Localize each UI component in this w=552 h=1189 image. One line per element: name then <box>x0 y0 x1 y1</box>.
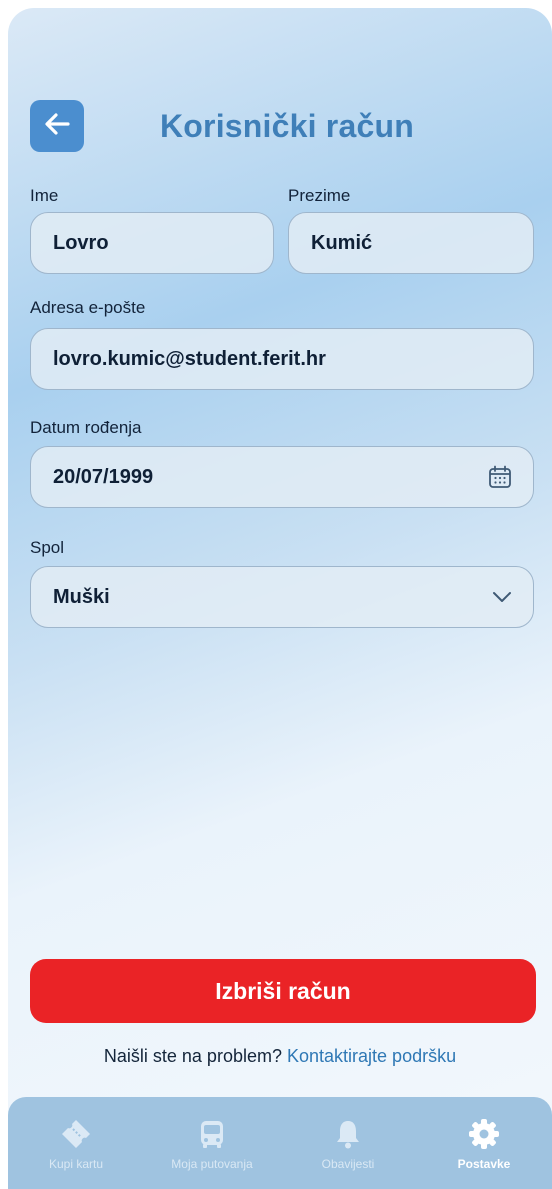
tab-label: Postavke <box>457 1157 511 1171</box>
gender-select[interactable]: Muški <box>30 566 534 628</box>
email-label: Adresa e-pošte <box>30 298 146 317</box>
contact-support-link[interactable]: Kontaktirajte podršku <box>287 1046 456 1066</box>
page-title: Korisnički račun <box>160 108 414 144</box>
back-button[interactable] <box>30 100 84 152</box>
last-name-field[interactable]: Kumić <box>288 212 534 274</box>
last-name-label: Prezime <box>288 186 351 205</box>
gear-icon <box>467 1117 501 1151</box>
header: Korisnički račun <box>30 100 530 152</box>
first-name-value: Lovro <box>53 231 109 254</box>
tab-label: Obavijesti <box>321 1157 375 1171</box>
arrow-left-icon <box>44 112 70 140</box>
account-screen: Korisnički račun Ime Prezime Lovro Kumić… <box>8 8 552 1189</box>
gender-value: Muški <box>53 585 110 608</box>
ticket-icon <box>59 1117 93 1151</box>
last-name-value: Kumić <box>311 231 373 254</box>
birth-date-value: 20/07/1999 <box>53 465 154 488</box>
bell-icon <box>331 1117 365 1151</box>
tab-label: Kupi kartu <box>48 1157 104 1171</box>
email-field[interactable]: lovro.kumic@student.ferit.hr <box>30 328 534 390</box>
delete-account-button[interactable]: Izbriši račun <box>30 959 536 1023</box>
help-row: Naišli ste na problem? Kontaktirajte pod… <box>8 1046 552 1067</box>
first-name-field[interactable]: Lovro <box>30 212 274 274</box>
birth-date-field[interactable]: 20/07/1999 <box>30 446 534 508</box>
chevron-down-icon <box>491 590 513 604</box>
calendar-icon[interactable] <box>487 464 513 490</box>
tab-kupi-kartu[interactable]: Kupi kartu <box>14 1117 139 1171</box>
tab-postavke[interactable]: Postavke <box>422 1117 547 1171</box>
first-name-label: Ime <box>30 186 59 205</box>
bus-icon <box>195 1117 229 1151</box>
birth-date-label: Datum rođenja <box>30 418 142 437</box>
tab-moja-putovanja[interactable]: Moja putovanja <box>150 1117 275 1171</box>
tab-bar: Kupi kartu Moja putovanja Obavijesti Pos… <box>8 1097 552 1189</box>
email-value: lovro.kumic@student.ferit.hr <box>53 347 326 370</box>
help-text: Naišli ste na problem? <box>103 1046 282 1066</box>
tab-obavijesti[interactable]: Obavijesti <box>286 1117 411 1171</box>
tab-label: Moja putovanja <box>171 1157 253 1171</box>
gender-label: Spol <box>30 538 65 557</box>
